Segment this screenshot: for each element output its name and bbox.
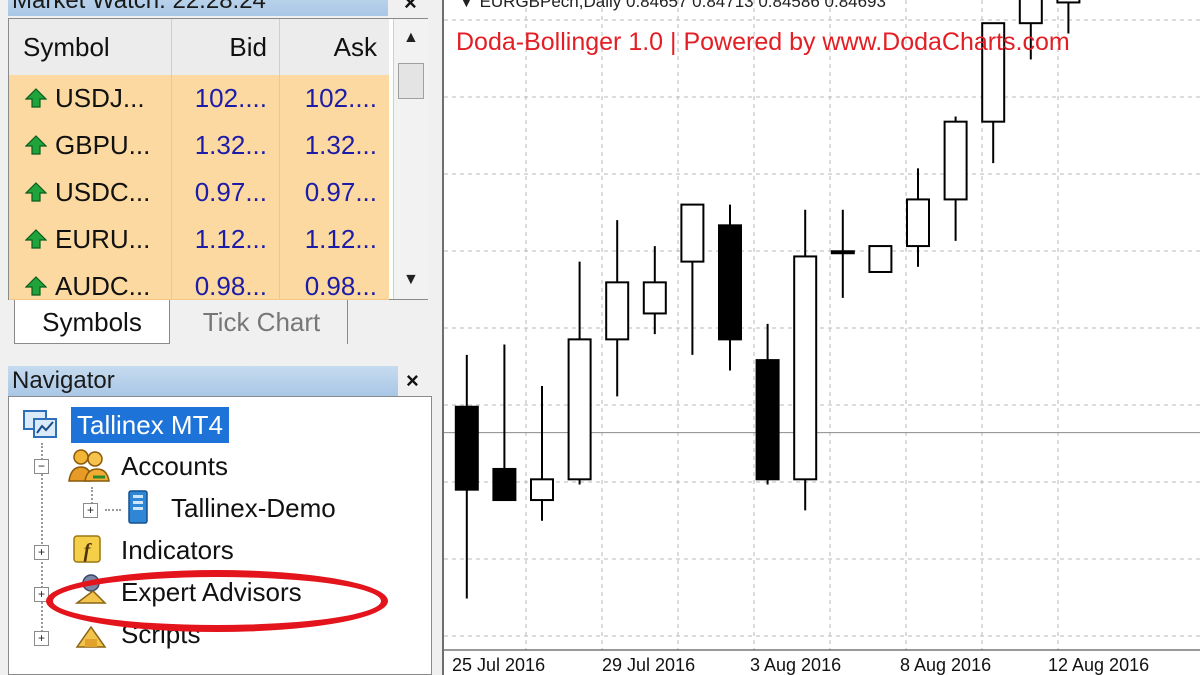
candle-body <box>492 467 517 502</box>
candle-body <box>793 255 818 481</box>
candle-body <box>605 281 630 341</box>
x-tick-label: 8 Aug 2016 <box>900 655 991 675</box>
market-watch-table: Symbol Bid Ask USDJ... 102.... 102.... G… <box>8 18 428 300</box>
accounts-icon <box>68 449 110 482</box>
symbol-cell: GBPU... <box>9 122 172 169</box>
candle-body <box>830 250 855 255</box>
tab-symbols[interactable]: Symbols <box>14 300 170 344</box>
indicator-label: Doda-Bollinger 1.0 | Powered by www.Doda… <box>456 28 1070 56</box>
candle-body <box>530 478 554 502</box>
scroll-down-icon[interactable]: ▼ <box>403 271 419 289</box>
scroll-thumb[interactable] <box>398 63 424 99</box>
symbol-cell: AUDC... <box>9 263 172 299</box>
bid-cell: 1.32... <box>172 122 280 169</box>
candlestick-chart[interactable]: 25 Jul 2016 29 Jul 2016 3 Aug 2016 8 Aug 20… <box>444 0 1200 675</box>
table-row[interactable]: GBPU... 1.32... 1.32... <box>9 122 389 170</box>
price-chart[interactable]: 25 Jul 2016 29 Jul 2016 3 Aug 2016 8 Aug 20… <box>442 0 1200 675</box>
x-tick-label: 12 Aug 2016 <box>1048 655 1149 675</box>
server-icon <box>128 490 148 524</box>
table-row[interactable]: AUDC... 0.98... 0.98... <box>9 263 389 300</box>
candle-body <box>567 338 592 481</box>
bid-cell: 0.97... <box>172 169 280 216</box>
navigator-title: Navigator <box>8 366 398 396</box>
ask-cell: 0.98... <box>304 271 377 300</box>
x-tick-label: 29 Jul 2016 <box>602 655 695 675</box>
tree-root-terminal[interactable]: Tallinex MT4 <box>71 407 229 443</box>
tree-item-demo-account[interactable]: Tallinex-Demo <box>171 493 336 524</box>
symbol-cell: EURU... <box>9 216 172 263</box>
expand-icon[interactable]: + <box>83 503 98 518</box>
tree-line <box>105 509 121 511</box>
symbol-cell: USDC... <box>9 169 172 216</box>
ask-cell: 1.32... <box>304 130 377 160</box>
bid-cell: 0.98... <box>172 263 280 299</box>
market-watch-header: Symbol Bid Ask <box>9 19 389 76</box>
bid-cell: 1.12... <box>172 216 280 263</box>
candle-body <box>1018 0 1043 25</box>
chart-info-line: ▼ EURGBPecn,Daily 0.84657 0.84713 0.8458… <box>458 0 886 12</box>
market-watch-scrollbar[interactable]: ▲ ▼ <box>393 19 428 299</box>
candle-body <box>1056 0 1081 4</box>
tab-tick-chart[interactable]: Tick Chart <box>176 300 348 344</box>
terminal-icon <box>23 410 57 438</box>
x-tick-label: 25 Jul 2016 <box>452 655 545 675</box>
collapse-icon[interactable]: − <box>34 459 49 474</box>
ask-cell: 1.12... <box>304 224 377 254</box>
navigator-close-icon[interactable]: × <box>406 368 419 394</box>
highlight-annotation <box>46 570 388 632</box>
ask-cell: 0.97... <box>304 177 377 207</box>
market-watch-close-icon[interactable]: × <box>404 0 417 16</box>
chart-symbol-ohlc: EURGBPecn,Daily 0.84657 0.84713 0.84586 … <box>479 0 886 11</box>
market-watch-title: Market Watch: 22:28:24 <box>8 0 388 16</box>
column-header-bid[interactable]: Bid <box>172 19 280 75</box>
candle-body <box>868 245 893 273</box>
candle-body <box>906 198 930 248</box>
table-row[interactable]: USDC... 0.97... 0.97... <box>9 169 389 217</box>
candle-body <box>943 120 968 201</box>
navigator-tree: Tallinex MT4 − Accounts + Tallinex-Demo … <box>8 396 432 675</box>
expand-icon[interactable]: + <box>34 545 49 560</box>
candle-body <box>755 359 780 481</box>
x-tick-label: 3 Aug 2016 <box>750 655 841 675</box>
dropdown-arrow-icon[interactable]: ▼ <box>458 0 475 11</box>
candle-body <box>642 281 667 315</box>
scroll-up-icon[interactable]: ▲ <box>403 29 419 47</box>
candle-body <box>680 203 705 263</box>
ask-cell: 102.... <box>304 83 377 113</box>
candle-body <box>718 224 742 341</box>
table-row[interactable]: USDJ... 102.... 102.... <box>9 75 389 123</box>
expand-icon[interactable]: + <box>34 631 49 646</box>
column-header-symbol[interactable]: Symbol <box>9 19 172 75</box>
symbol-cell: USDJ... <box>9 75 172 122</box>
candle-body <box>454 405 479 491</box>
tree-item-indicators[interactable]: Indicators <box>121 535 234 566</box>
indicators-icon: f <box>73 535 101 563</box>
column-header-ask[interactable]: Ask <box>280 19 389 75</box>
bid-cell: 102.... <box>172 75 280 122</box>
left-panel: Market Watch: 22:28:24 × Symbol Bid Ask … <box>0 0 442 675</box>
table-row[interactable]: EURU... 1.12... 1.12... <box>9 216 389 264</box>
tree-item-accounts[interactable]: Accounts <box>121 451 228 482</box>
market-watch-tabs: Symbols Tick Chart <box>8 300 428 346</box>
